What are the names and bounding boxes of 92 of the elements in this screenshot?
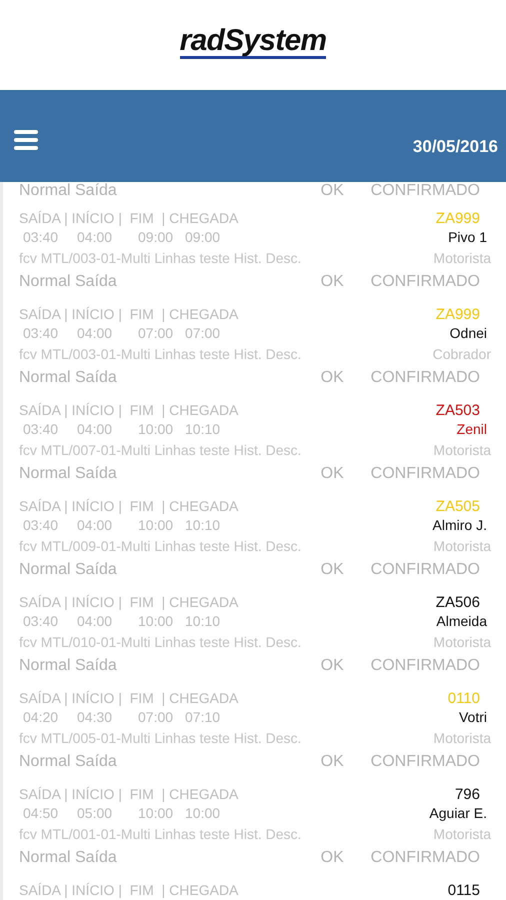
date-text: 30/05/2016 <box>412 136 498 158</box>
time-value: 04:50 <box>23 805 58 821</box>
confirmation-status: CONFIRMADO <box>370 848 480 868</box>
trip-type: Normal Saída <box>19 368 117 388</box>
time-value: 07:00 <box>138 325 174 341</box>
time-value: 04:20 <box>23 709 58 725</box>
vehicle-code: 0110 <box>448 690 480 707</box>
line-description: fcv MTL/009-01-Multi Linhas teste Hist. Desc. <box>19 536 302 556</box>
time-value: 03:40 <box>23 421 58 437</box>
menu-icon[interactable] <box>14 130 38 150</box>
confirmation-status: CONFIRMADO <box>370 272 480 292</box>
result-text: OK <box>320 368 345 388</box>
result-text: OK <box>320 656 345 676</box>
trip-type: Normal Saída <box>19 656 117 676</box>
crew-name: Zenil <box>456 420 487 439</box>
time-value: 04:00 <box>77 229 112 245</box>
trip-type: Normal Saída <box>19 848 117 868</box>
time-value: 04:00 <box>77 325 112 341</box>
column-header: SAÍDA | INÍCIO | FIM | CHEGADA <box>19 786 238 803</box>
time-value: 07:00 <box>138 709 174 725</box>
column-header: SAÍDA | INÍCIO | FIM | CHEGADA <box>19 882 238 899</box>
time-value: 10:00 <box>138 517 174 533</box>
crew-role: Motorista <box>433 248 491 268</box>
trip-type: Normal Saída <box>19 464 117 484</box>
vehicle-code: ZA999 <box>436 210 480 227</box>
time-value: 03:40 <box>23 613 58 629</box>
confirmation-status: CONFIRMADO <box>370 464 480 484</box>
time-value: 10:10 <box>185 517 220 533</box>
time-value: 09:00 <box>138 229 174 245</box>
logo: radSystem <box>180 26 326 58</box>
crew-name: Almiro J. <box>432 516 487 535</box>
crew-role: Cobrador <box>432 344 491 364</box>
line-description: fcv MTL/007-01-Multi Linhas teste Hist. Desc. <box>19 440 302 460</box>
time-value: 03:40 <box>23 229 58 245</box>
column-header: SAÍDA | INÍCIO | FIM | CHEGADA <box>19 690 238 707</box>
confirmation-status: CONFIRMADO <box>370 656 480 676</box>
result-text: OK <box>320 560 345 580</box>
trip-type: Normal Saída <box>19 272 117 292</box>
column-header: SAÍDA | INÍCIO | FIM | CHEGADA <box>19 498 238 515</box>
confirmation-status: CONFIRMADO <box>370 368 480 388</box>
vehicle-code: ZA505 <box>436 498 480 515</box>
line-description: fcv MTL/003-01-Multi Linhas teste Hist. Desc. <box>19 248 302 268</box>
time-value: 07:10 <box>185 709 220 725</box>
result-text: OK <box>320 464 345 484</box>
confirmation-status: CONFIRMADO <box>370 182 480 200</box>
time-value: 04:30 <box>77 709 112 725</box>
time-value: 04:00 <box>77 421 112 437</box>
trip-type: Normal Saída <box>19 182 117 200</box>
vehicle-code: ZA506 <box>436 594 480 611</box>
result-text: OK <box>320 182 345 200</box>
vehicle-code: ZA999 <box>436 306 480 323</box>
crew-name: Pivo 1 <box>448 228 487 247</box>
column-header: SAÍDA | INÍCIO | FIM | CHEGADA <box>19 306 238 323</box>
time-value: 10:10 <box>185 613 220 629</box>
crew-name: Odnei <box>450 324 487 343</box>
time-value: 04:00 <box>77 517 112 533</box>
line-description: fcv MTL/010-01-Multi Linhas teste Hist. Desc. <box>19 632 302 652</box>
time-value: 10:00 <box>185 805 220 821</box>
line-description: fcv MTL/003-01-Multi Linhas teste Hist. Desc. <box>19 344 302 364</box>
confirmation-status: CONFIRMADO <box>370 752 480 772</box>
time-value: 10:00 <box>138 613 174 629</box>
crew-role: Motorista <box>433 824 491 844</box>
trip-type: Normal Saída <box>19 560 117 580</box>
trip-type: Normal Saída <box>19 752 117 772</box>
line-description: fcv MTL/005-01-Multi Linhas teste Hist. Desc. <box>19 728 302 748</box>
time-value: 07:00 <box>185 325 220 341</box>
crew-role: Motorista <box>433 632 491 652</box>
result-text: OK <box>320 752 345 772</box>
time-value: 09:00 <box>185 229 220 245</box>
time-value: 05:00 <box>77 805 112 821</box>
vehicle-code: 0115 <box>448 882 480 899</box>
result-text: OK <box>320 848 345 868</box>
time-value: 03:40 <box>23 325 58 341</box>
time-value: 10:10 <box>185 421 220 437</box>
crew-role: Motorista <box>433 728 491 748</box>
crew-role: Motorista <box>433 440 491 460</box>
time-value: 10:00 <box>138 421 174 437</box>
column-header: SAÍDA | INÍCIO | FIM | CHEGADA <box>19 210 238 227</box>
time-value: 04:00 <box>77 613 112 629</box>
vehicle-code: 796 <box>454 786 480 803</box>
confirmation-status: CONFIRMADO <box>370 560 480 580</box>
crew-name: Aguiar E. <box>429 804 487 823</box>
column-header: SAÍDA | INÍCIO | FIM | CHEGADA <box>19 402 238 419</box>
time-value: 10:00 <box>138 805 174 821</box>
crew-name: Votri <box>458 708 487 727</box>
crew-role: Motorista <box>433 536 491 556</box>
time-value: 03:40 <box>23 517 58 533</box>
line-description: fcv MTL/001-01-Multi Linhas teste Hist. Desc. <box>19 824 302 844</box>
column-header: SAÍDA | INÍCIO | FIM | CHEGADA <box>19 594 238 611</box>
result-text: OK <box>320 272 345 292</box>
vehicle-code: ZA503 <box>436 402 480 419</box>
crew-name: Almeida <box>436 612 487 631</box>
